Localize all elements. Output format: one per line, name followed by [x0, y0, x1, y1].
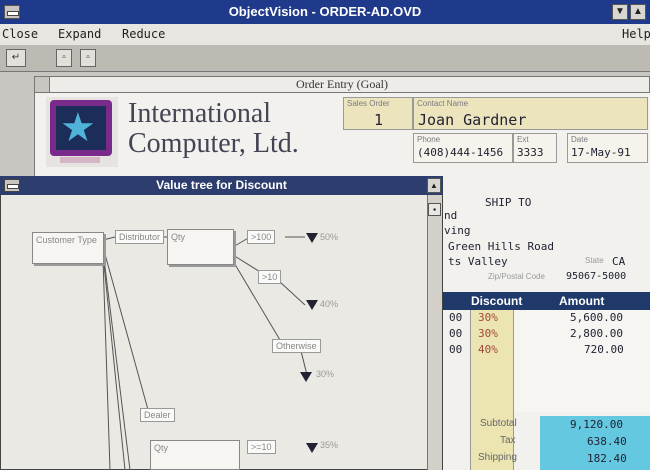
ext-field[interactable]: Ext 3333 — [513, 133, 557, 163]
table-row[interactable]: 00 30% 2,800.00 — [441, 326, 650, 342]
toolbar — [0, 45, 650, 72]
menu-close[interactable]: Close — [2, 24, 38, 45]
reduce-tool-icon[interactable]: ▫ — [80, 49, 96, 67]
otherwise-tag[interactable]: Otherwise — [272, 339, 321, 353]
shipping-label: Shipping — [478, 452, 517, 463]
menu-help[interactable]: Help — [622, 24, 650, 45]
state-value: CA — [612, 255, 626, 268]
ship-to-line2: ving — [444, 224, 471, 237]
value-tree-title: Value tree for Discount — [156, 178, 287, 192]
amount-header: Amount — [559, 294, 605, 308]
form-system-icon[interactable] — [34, 76, 50, 93]
date-field[interactable]: Date 17-May-91 — [567, 133, 648, 163]
window-title: ObjectVision - ORDER-AD.OVD — [228, 4, 422, 19]
minimize-icon[interactable]: ▼ — [612, 4, 628, 20]
value-tree-system-icon[interactable] — [4, 179, 20, 192]
value-tree-scrollbar[interactable] — [427, 195, 442, 470]
ship-to-street: Green Hills Road — [448, 240, 554, 253]
scroll-thumb[interactable]: ▪ — [428, 203, 441, 216]
qty-node-2[interactable]: Qty — [150, 440, 240, 470]
ship-to-heading: SHIP TO — [485, 196, 532, 209]
discount-header: Discount — [471, 294, 523, 308]
contact-name-field[interactable]: Contact Name Joan Gardner — [413, 97, 648, 130]
expand-tool-icon[interactable]: ▫ — [56, 49, 72, 67]
ship-to-city: ts Valley — [448, 255, 508, 268]
subtotal-label: Subtotal — [480, 418, 517, 429]
result-icon — [306, 233, 318, 243]
state-label: State — [585, 256, 604, 265]
result-icon — [306, 443, 318, 453]
value-tree-title-bar: Value tree for Discount — [0, 176, 443, 195]
dealer-tag[interactable]: Dealer — [140, 408, 175, 422]
customer-type-node[interactable]: Customer Type — [32, 232, 104, 264]
menu-reduce[interactable]: Reduce — [122, 24, 165, 45]
phone-field[interactable]: Phone (408)444-1456 — [413, 133, 513, 163]
menu-expand[interactable]: Expand — [58, 24, 101, 45]
subtotal-value: 9,120.00 — [570, 418, 623, 431]
gt100-tag[interactable]: >100 — [247, 230, 276, 244]
back-icon[interactable]: ↵ — [6, 49, 26, 67]
tax-label: Tax — [500, 435, 516, 446]
company-logo-icon: ★ — [46, 97, 118, 167]
gt10-tag[interactable]: >10 — [258, 270, 282, 284]
menu-bar: Close Expand Reduce Help — [0, 24, 650, 45]
company-name-line1: International — [128, 98, 272, 129]
table-row[interactable]: 00 30% 5,600.00 — [441, 310, 650, 326]
distributor-tag[interactable]: Distributor — [115, 230, 165, 244]
pct-label: 40% — [320, 299, 339, 309]
ship-to-line1: nd — [444, 209, 458, 222]
sales-order-field[interactable]: Sales Order 1 — [343, 97, 413, 130]
gte10-tag[interactable]: >=10 — [247, 440, 276, 454]
zip-label: Zip/Postal Code — [488, 272, 545, 281]
zip-value: 95067-5000 — [566, 271, 627, 282]
table-row[interactable]: 00 40% 720.00 — [441, 342, 650, 358]
result-icon — [306, 300, 318, 310]
shipping-value: 182.40 — [587, 452, 627, 465]
window-title-bar: ObjectVision - ORDER-AD.OVD — [0, 0, 650, 24]
system-menu-icon[interactable] — [4, 5, 20, 19]
maximize-icon[interactable]: ▲ — [630, 4, 646, 20]
qty-node[interactable]: Qty — [167, 229, 234, 265]
pct-label: 35% — [320, 440, 339, 450]
result-icon — [300, 372, 312, 382]
tax-value: 638.40 — [587, 435, 627, 448]
pct-label: 30% — [316, 369, 335, 379]
company-name-line2: Computer, Ltd. — [128, 128, 299, 159]
value-tree-minimize-icon[interactable]: ▲ — [427, 178, 441, 193]
pct-label: 50% — [320, 232, 339, 242]
form-title: Order Entry (Goal) — [34, 76, 650, 93]
